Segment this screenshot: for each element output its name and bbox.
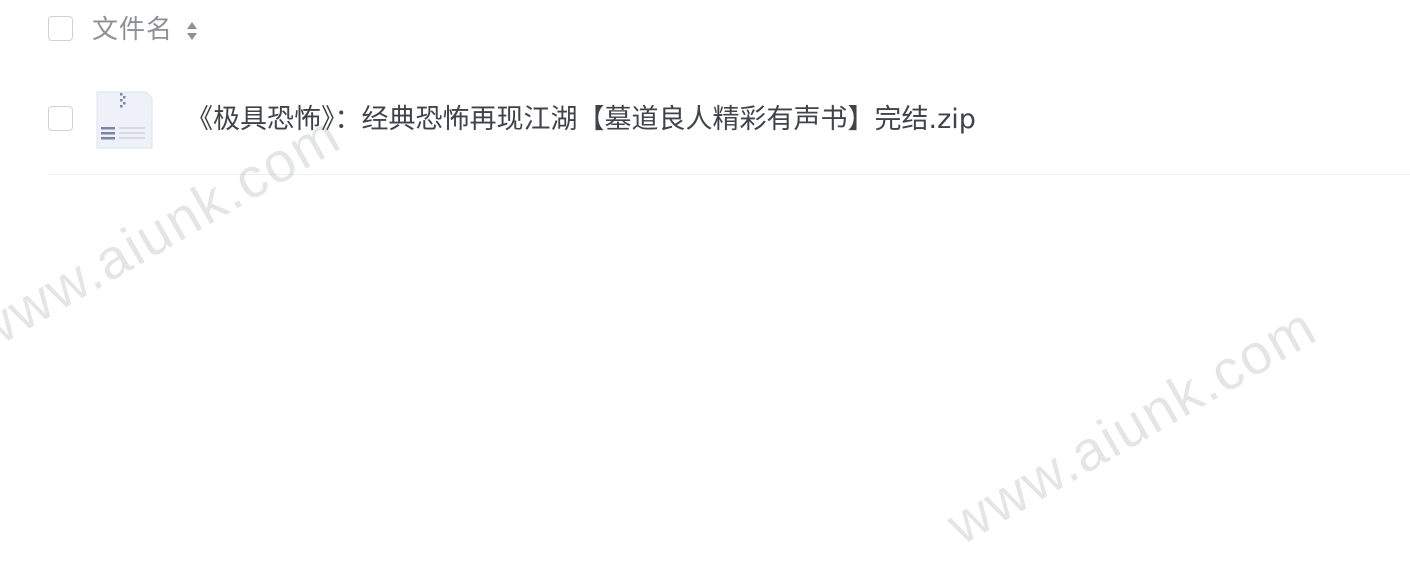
file-name-link[interactable]: 《极具恐怖》：经典恐怖再现江湖【墓道良人精彩有声书】完结.zip	[186, 101, 976, 139]
select-all-checkbox[interactable]	[48, 16, 73, 41]
watermark-text: www.aiunk.com	[936, 294, 1327, 557]
zip-file-icon	[96, 91, 153, 149]
row-divider	[48, 174, 1410, 175]
file-list-page: 文件名 《极具恐怖》：经典恐怖再现江湖【墓道良人精彩有声书】完结.zip www…	[0, 0, 1410, 588]
filename-column-header[interactable]: 文件名	[92, 13, 173, 47]
file-select-checkbox[interactable]	[48, 106, 73, 131]
sort-toggle-icon[interactable]	[185, 19, 199, 43]
watermark-text: www.aiunk.com	[0, 102, 351, 365]
